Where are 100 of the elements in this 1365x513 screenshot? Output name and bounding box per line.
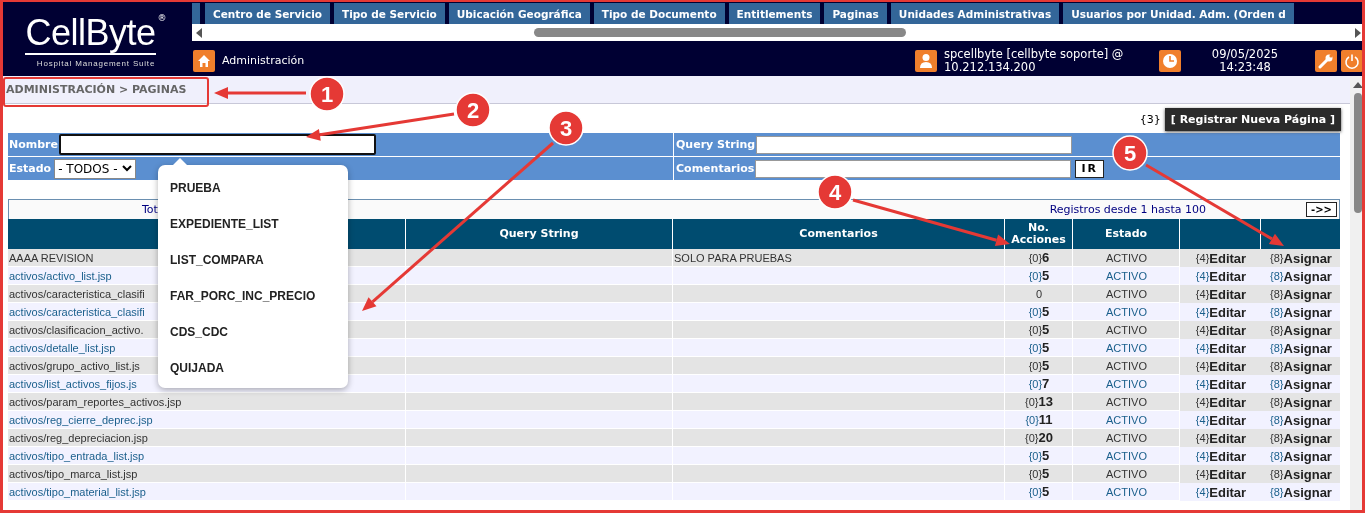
- edit-link[interactable]: {4}Editar: [1180, 285, 1261, 303]
- menu-tab[interactable]: Unidades Administrativas: [890, 3, 1060, 24]
- edit-link[interactable]: {4}Editar: [1180, 447, 1261, 465]
- power-icon[interactable]: [1341, 49, 1363, 72]
- logo: CellByte® Hospital Management Suite: [24, 10, 168, 70]
- table-cell: ACTIVO: [1073, 303, 1180, 321]
- edit-link[interactable]: {4}Editar: [1180, 249, 1261, 267]
- assign-link[interactable]: {8}Asignar: [1261, 303, 1340, 321]
- edit-link[interactable]: {4}Editar: [1180, 375, 1261, 393]
- table-cell: ACTIVO: [1073, 447, 1180, 465]
- register-page-button[interactable]: [ Registrar Nueva Página ]: [1164, 107, 1341, 131]
- table-cell: {0}5: [1005, 357, 1073, 375]
- suggestion-item[interactable]: EXPEDIENTE_LIST: [158, 206, 348, 242]
- table-cell: SOLO PARA PRUEBAS: [673, 249, 1005, 267]
- table-cell: {0}20: [1005, 429, 1073, 447]
- status-dropdown[interactable]: - TODOS -: [54, 158, 136, 179]
- table-cell: activos/reg_depreciacion.jsp: [8, 429, 406, 447]
- column-header: Estado: [1073, 219, 1180, 249]
- menu-tab[interactable]: Paginas: [824, 3, 887, 24]
- horizontal-scrollbar[interactable]: [192, 24, 1365, 43]
- edit-link[interactable]: {4}Editar: [1180, 411, 1261, 429]
- table-cell: ACTIVO: [1073, 465, 1180, 483]
- assign-link[interactable]: {8}Asignar: [1261, 285, 1340, 303]
- assign-link[interactable]: {8}Asignar: [1261, 321, 1340, 339]
- assign-link[interactable]: {8}Asignar: [1261, 339, 1340, 357]
- callout-marker: 2: [455, 92, 491, 128]
- callout-marker: 3: [548, 110, 584, 146]
- home-icon[interactable]: [193, 49, 215, 72]
- table-cell: {0}11: [1005, 411, 1073, 429]
- edit-link[interactable]: {4}Editar: [1180, 339, 1261, 357]
- menu-tab[interactable]: Centro de Servicio: [205, 3, 330, 24]
- table-cell: {0}5: [1005, 321, 1073, 339]
- table-cell: {0}5: [1005, 339, 1073, 357]
- total-label: Tot: [142, 203, 158, 216]
- page-link[interactable]: activos/reg_cierre_deprec.jsp: [8, 411, 406, 429]
- table-cell: ACTIVO: [1073, 429, 1180, 447]
- assign-link[interactable]: {8}Asignar: [1261, 465, 1340, 483]
- menu-tab[interactable]: Usuarios por Unidad. Adm. (Orden d: [1063, 3, 1294, 24]
- menu-tab[interactable]: Ubicación Geográfica: [448, 3, 590, 24]
- edit-link[interactable]: {4}Editar: [1180, 393, 1261, 411]
- edit-link[interactable]: {4}Editar: [1180, 429, 1261, 447]
- field-label: Query String: [676, 138, 756, 151]
- table-cell: ACTIVO: [1073, 267, 1180, 285]
- caret-icon[interactable]: [121, 165, 132, 172]
- assign-link[interactable]: {8}Asignar: [1261, 411, 1340, 429]
- assign-link[interactable]: {8}Asignar: [1261, 357, 1340, 375]
- table-cell: {0}5: [1005, 465, 1073, 483]
- clock-icon[interactable]: [1159, 49, 1181, 72]
- column-header: Comentarios: [673, 219, 1005, 249]
- edit-link[interactable]: {4}Editar: [1180, 357, 1261, 375]
- table-cell: ACTIVO: [1073, 249, 1180, 267]
- table-cell: {0}6: [1005, 249, 1073, 267]
- assign-link[interactable]: {8}Asignar: [1261, 375, 1340, 393]
- table-cell: {0}5: [1005, 303, 1073, 321]
- table-cell: ACTIVO: [1073, 357, 1180, 375]
- edit-link[interactable]: {4}Editar: [1180, 465, 1261, 483]
- table-cell: 0: [1005, 285, 1073, 303]
- table-cell: {0}5: [1005, 483, 1073, 501]
- assign-link[interactable]: {8}Asignar: [1261, 447, 1340, 465]
- menu-tab[interactable]: Tipo de Servicio: [334, 3, 445, 24]
- module-title: Administración: [222, 54, 305, 67]
- name-field[interactable]: [59, 134, 376, 155]
- page-link[interactable]: activos/tipo_material_list.jsp: [8, 483, 406, 501]
- edit-link[interactable]: {4}Editar: [1180, 303, 1261, 321]
- callout-marker: 1: [309, 76, 345, 112]
- wrench-icon[interactable]: [1315, 49, 1337, 72]
- assign-link[interactable]: {8}Asignar: [1261, 249, 1340, 267]
- edit-link[interactable]: {4}Editar: [1180, 267, 1261, 285]
- date-time: 09/05/2025 14:23:48: [1210, 47, 1280, 74]
- records-range: Registros desde 1 hasta 100: [1049, 203, 1207, 216]
- next-page-button[interactable]: ->>: [1306, 202, 1337, 217]
- query-string-field[interactable]: [756, 135, 1073, 154]
- user-info: spcellbyte [cellbyte soporte] @ 10.212.134.200: [944, 47, 1125, 74]
- column-header: No. Acciones: [1005, 219, 1073, 249]
- assign-link[interactable]: {8}Asignar: [1261, 267, 1340, 285]
- field-label: Nombre: [9, 138, 58, 151]
- table-cell: {0}5: [1005, 447, 1073, 465]
- assign-link[interactable]: {8}Asignar: [1261, 393, 1340, 411]
- table-cell: activos/tipo_marca_list.jsp: [8, 465, 406, 483]
- table-cell: {0}13: [1005, 393, 1073, 411]
- comments-field[interactable]: [755, 159, 1072, 178]
- suggestion-item[interactable]: PRUEBA: [158, 170, 348, 206]
- field-label: Comentarios: [676, 162, 755, 175]
- table-cell: ACTIVO: [1073, 411, 1180, 429]
- go-button[interactable]: IR: [1075, 159, 1104, 178]
- field-label: Estado: [9, 162, 52, 175]
- table-cell: ACTIVO: [1073, 339, 1180, 357]
- edit-link[interactable]: {4}Editar: [1180, 321, 1261, 339]
- edit-link[interactable]: {4}Editar: [1180, 483, 1261, 501]
- table-cell: {0}5: [1005, 267, 1073, 285]
- shortcut-hint: {3}: [1139, 112, 1161, 126]
- callout-marker: 4: [817, 174, 853, 210]
- page-link[interactable]: activos/tipo_entrada_list.jsp: [8, 447, 406, 465]
- menu-tab[interactable]: Entitlements: [728, 3, 821, 24]
- menu-tab[interactable]: Tipo de Documento: [593, 3, 725, 24]
- table-cell: ACTIVO: [1073, 393, 1180, 411]
- assign-link[interactable]: {8}Asignar: [1261, 429, 1340, 447]
- table-cell: activos/param_reportes_activos.jsp: [8, 393, 406, 411]
- user-icon[interactable]: [915, 49, 937, 72]
- assign-link[interactable]: {8}Asignar: [1261, 483, 1340, 501]
